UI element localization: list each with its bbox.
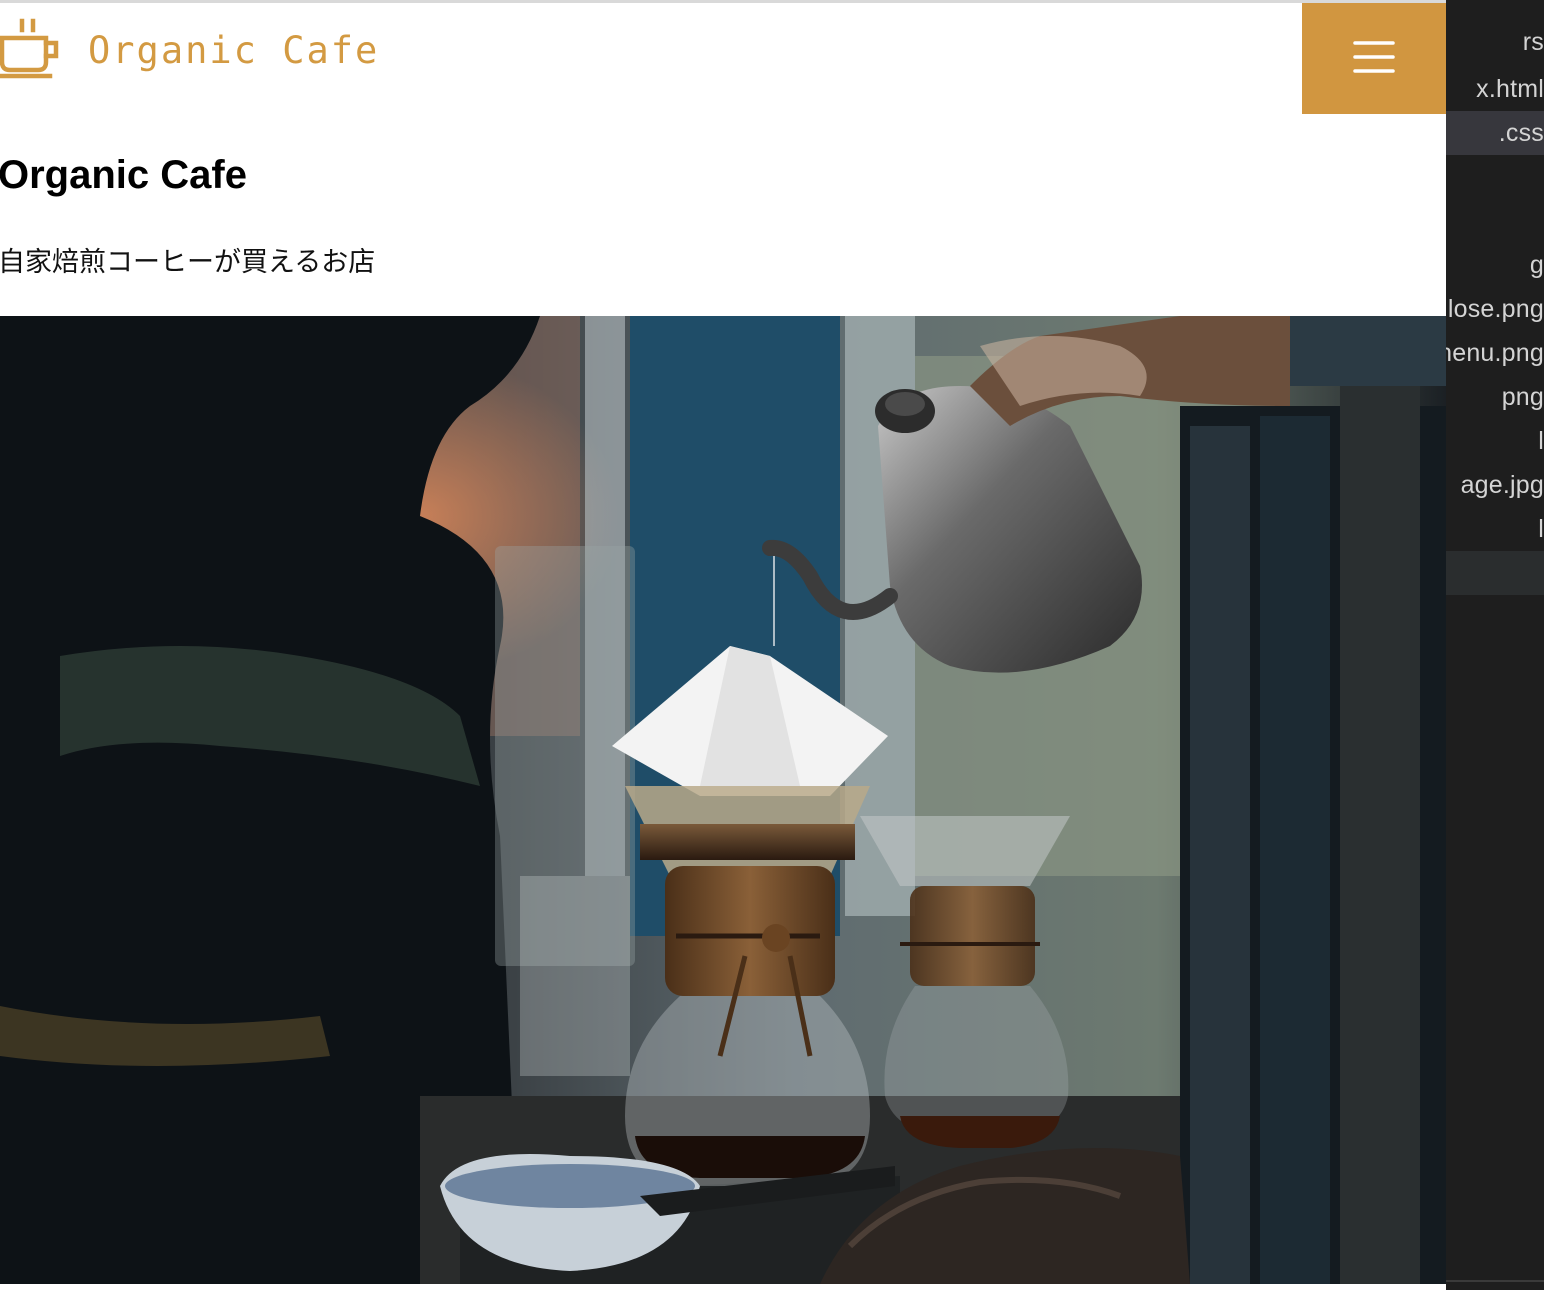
- file-tree-label: l: [1538, 426, 1544, 455]
- file-tree-item-selected[interactable]: .css: [1446, 111, 1544, 155]
- file-tree-label: age.jpg: [1460, 470, 1544, 499]
- tagline: 自家焙煎コーヒーが買えるお店: [0, 247, 376, 278]
- file-tree-item[interactable]: rs: [1446, 20, 1544, 64]
- file-tree-item[interactable]: g: [1446, 243, 1544, 287]
- file-tree-item[interactable]: png: [1446, 375, 1544, 419]
- file-tree-label: lose.png: [1447, 294, 1544, 323]
- logo-text: Organic Cafe: [88, 28, 380, 72]
- file-tree-item[interactable]: age.jpg: [1446, 463, 1544, 507]
- file-tree-label: .css: [1498, 118, 1544, 147]
- file-tree-label: x.html: [1476, 74, 1544, 103]
- site-logo[interactable]: Organic Cafe: [0, 18, 379, 82]
- file-tree-label: g: [1529, 250, 1544, 279]
- file-tree-item-hovered[interactable]: [1446, 551, 1544, 595]
- hero-image: [0, 316, 1446, 1284]
- editor-file-panel: rs x.html .css g lose.png nenu.png png l…: [1446, 0, 1544, 1290]
- file-tree-item[interactable]: [1446, 199, 1544, 243]
- file-tree-item[interactable]: l: [1446, 419, 1544, 463]
- file-tree-label: png: [1501, 382, 1544, 411]
- file-tree-label: l: [1538, 514, 1544, 543]
- file-tree-item[interactable]: l: [1446, 507, 1544, 551]
- coffee-cup-icon: [0, 18, 64, 82]
- file-tree-item[interactable]: x.html: [1446, 67, 1544, 111]
- menu-button[interactable]: [1302, 3, 1446, 114]
- file-tree-label: nenu.png: [1446, 338, 1544, 367]
- page-title: Organic Cafe: [0, 153, 247, 197]
- hamburger-menu-icon: [1353, 40, 1395, 78]
- file-tree-item[interactable]: nenu.png: [1446, 331, 1544, 375]
- file-tree-label: rs: [1522, 27, 1544, 56]
- browser-viewport: Organic Cafe Organic Cafe 自家焙煎コーヒーが買えるお店: [0, 0, 1446, 1290]
- panel-divider: [1446, 1280, 1544, 1282]
- file-tree-item[interactable]: lose.png: [1446, 287, 1544, 331]
- top-divider: [0, 0, 1446, 3]
